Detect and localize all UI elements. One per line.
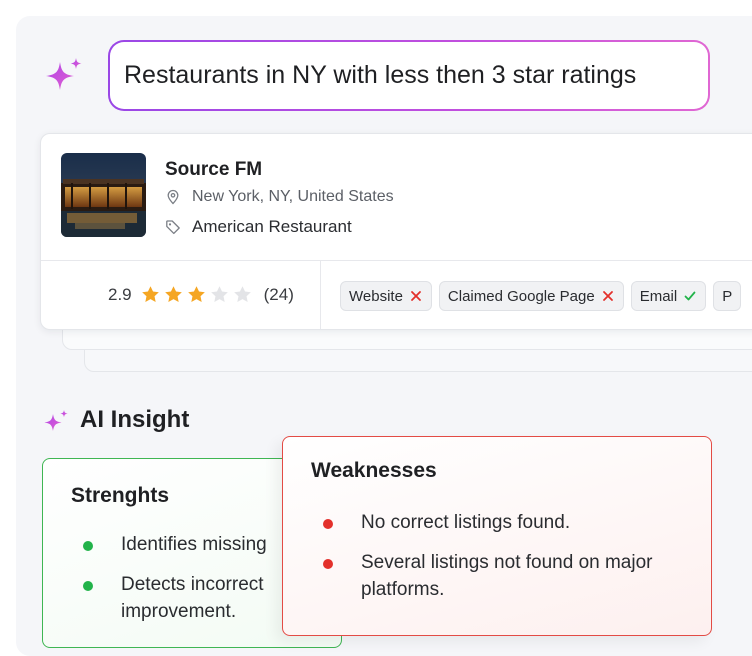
strengths-heading: Strenghts xyxy=(71,484,170,507)
bullet-dot xyxy=(83,541,93,551)
weaknesses-card: Weaknesses No correct listings found. Se… xyxy=(282,436,712,636)
chip-website[interactable]: Website xyxy=(340,281,432,311)
rating-value: 2.9 xyxy=(108,284,132,304)
bullet-dot xyxy=(323,559,333,569)
bullet-dot xyxy=(323,519,333,529)
list-item-text: Detects incorrect xyxy=(121,574,264,595)
tag-icon xyxy=(166,220,180,235)
review-count: (24) xyxy=(263,284,294,304)
rating-row: 2.9 (24) xyxy=(108,284,294,305)
map-pin-icon xyxy=(167,189,179,205)
star-filled-icon xyxy=(164,286,182,303)
list-item: Several listings not found on major plat… xyxy=(323,549,693,603)
star-filled-icon xyxy=(187,286,205,303)
chip-label: Website xyxy=(349,287,403,305)
star-rating xyxy=(140,284,255,305)
search-box[interactable]: Restaurants in NY with less then 3 star … xyxy=(108,40,710,111)
list-item-text: Several listings not found on major plat… xyxy=(361,552,653,600)
business-card[interactable]: Source FM New York, NY, United States Am… xyxy=(40,133,752,330)
chip-label: Email xyxy=(639,287,678,305)
chip-partial[interactable]: P xyxy=(713,281,742,311)
x-icon xyxy=(411,291,421,301)
star-empty-icon xyxy=(210,286,228,303)
star-empty-icon xyxy=(233,286,251,303)
card-divider xyxy=(41,260,752,261)
list-item: No correct listings found. xyxy=(323,509,693,536)
insight-title: AI Insight xyxy=(80,406,190,433)
x-icon xyxy=(602,291,613,301)
chip-label: Claimed Google Page xyxy=(447,287,595,305)
chip-label: P xyxy=(722,287,733,305)
chip-list: Website Claimed Google Page Email P xyxy=(340,281,742,311)
star-filled-icon xyxy=(141,286,159,303)
location-row: New York, NY, United States xyxy=(165,188,394,206)
location-text: New York, NY, United States xyxy=(192,188,394,205)
restaurant-photo xyxy=(61,153,146,237)
list-item-text: improvement. xyxy=(121,601,237,622)
card-divider-vertical xyxy=(320,261,321,329)
ai-sparkle-icon xyxy=(46,58,82,90)
category-text: American Restaurant xyxy=(192,217,352,236)
ai-sparkle-icon xyxy=(44,410,68,431)
chip-email[interactable]: Email xyxy=(630,281,707,311)
category-row: American Restaurant xyxy=(165,217,352,237)
weaknesses-heading: Weaknesses xyxy=(311,459,437,482)
business-name[interactable]: Source FM xyxy=(165,159,262,181)
chip-claimed-google-page[interactable]: Claimed Google Page xyxy=(438,281,624,311)
weaknesses-list: No correct listings found. Several listi… xyxy=(323,509,693,616)
check-icon xyxy=(684,291,696,301)
search-query[interactable]: Restaurants in NY with less then 3 star … xyxy=(110,42,708,109)
list-item-text: Identifies missing xyxy=(121,534,267,555)
list-item-text: No correct listings found. xyxy=(361,512,571,533)
bullet-dot xyxy=(83,581,93,591)
